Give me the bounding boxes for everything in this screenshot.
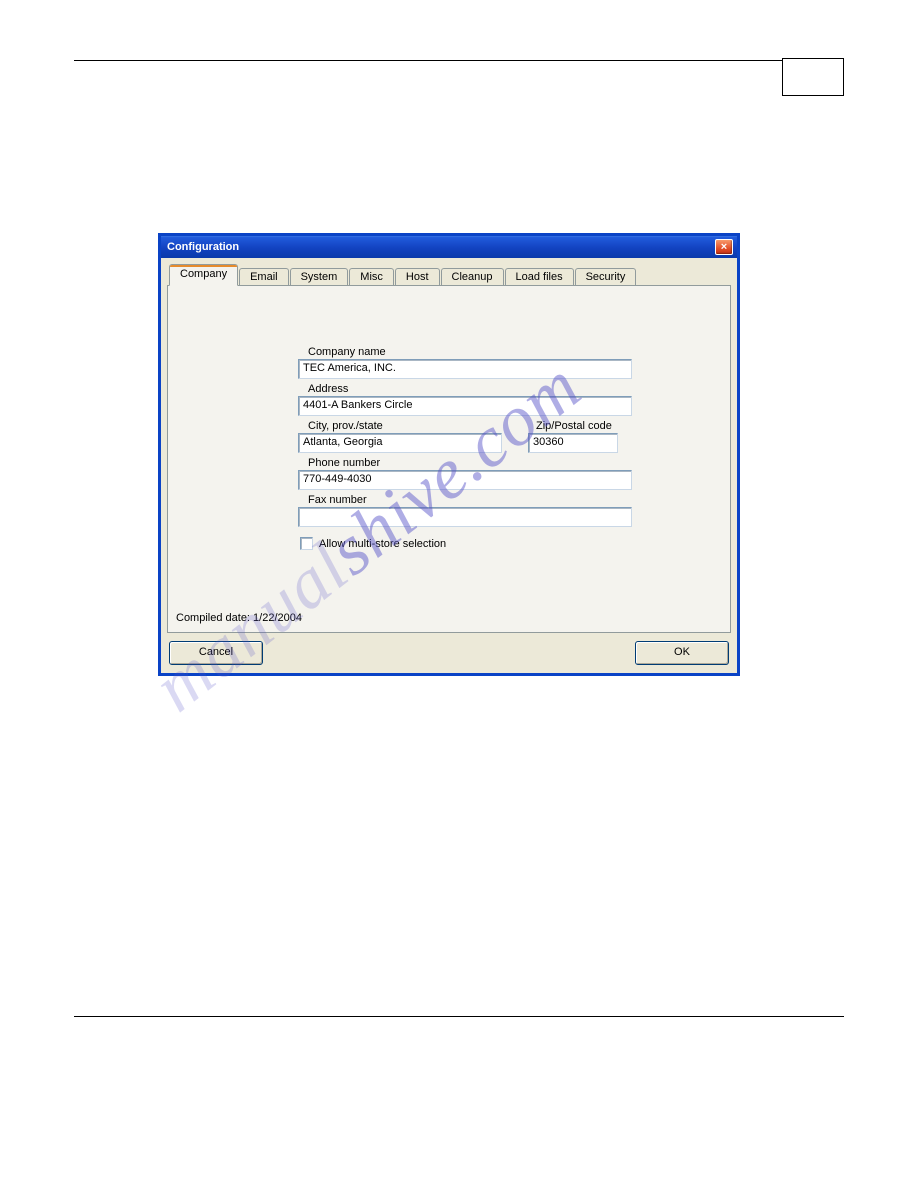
phone-field[interactable]: 770-449-4030 — [298, 470, 632, 490]
tab-company[interactable]: Company — [169, 264, 238, 286]
screenshot-wrapper: Configuration × Company Email System Mis… — [158, 233, 740, 676]
multi-store-checkbox[interactable] — [300, 537, 313, 550]
phone-label: Phone number — [308, 457, 638, 469]
city-label: City, prov./state — [308, 420, 502, 432]
tab-label: Security — [586, 271, 626, 283]
city-field[interactable]: Atlanta, Georgia — [298, 433, 502, 453]
tab-label: Misc — [360, 271, 383, 283]
document-page: Configuration × Company Email System Mis… — [0, 0, 918, 1089]
address-label: Address — [308, 383, 638, 395]
close-icon[interactable]: × — [715, 239, 733, 255]
cancel-button-label: Cancel — [199, 646, 233, 658]
close-x-icon: × — [721, 242, 727, 253]
tab-strip: Company Email System Misc Host Cleanup L… — [167, 264, 731, 286]
company-form: Company name TEC America, INC. Address 4… — [298, 342, 638, 550]
multi-store-checkbox-label: Allow multi-store selection — [319, 538, 446, 550]
cancel-button[interactable]: Cancel — [169, 641, 263, 665]
header-rule — [74, 60, 782, 61]
ok-button-label: OK — [674, 646, 690, 658]
multi-store-checkbox-row[interactable]: Allow multi-store selection — [300, 537, 638, 550]
tab-label: Email — [250, 271, 278, 283]
page-number-box — [782, 58, 844, 96]
footer-rule — [74, 1016, 844, 1017]
window-client-area: Company Email System Misc Host Cleanup L… — [161, 258, 737, 673]
tab-label: System — [301, 271, 338, 283]
dialog-button-row: Cancel OK — [167, 641, 731, 665]
address-field[interactable]: 4401-A Bankers Circle — [298, 396, 632, 416]
company-name-label: Company name — [308, 346, 638, 358]
tab-label: Cleanup — [452, 271, 493, 283]
ok-button[interactable]: OK — [635, 641, 729, 665]
zip-field[interactable]: 30360 — [528, 433, 618, 453]
tab-label: Host — [406, 271, 429, 283]
company-name-field[interactable]: TEC America, INC. — [298, 359, 632, 379]
fax-field[interactable] — [298, 507, 632, 527]
fax-label: Fax number — [308, 494, 638, 506]
title-bar[interactable]: Configuration × — [161, 236, 737, 258]
zip-label: Zip/Postal code — [536, 420, 618, 432]
compiled-date-text: Compiled date: 1/22/2004 — [176, 612, 302, 624]
tab-label: Load files — [516, 271, 563, 283]
configuration-window: Configuration × Company Email System Mis… — [158, 233, 740, 676]
tab-label: Company — [180, 268, 227, 280]
tab-panel-company: Company name TEC America, INC. Address 4… — [167, 285, 731, 633]
window-title: Configuration — [167, 241, 715, 253]
